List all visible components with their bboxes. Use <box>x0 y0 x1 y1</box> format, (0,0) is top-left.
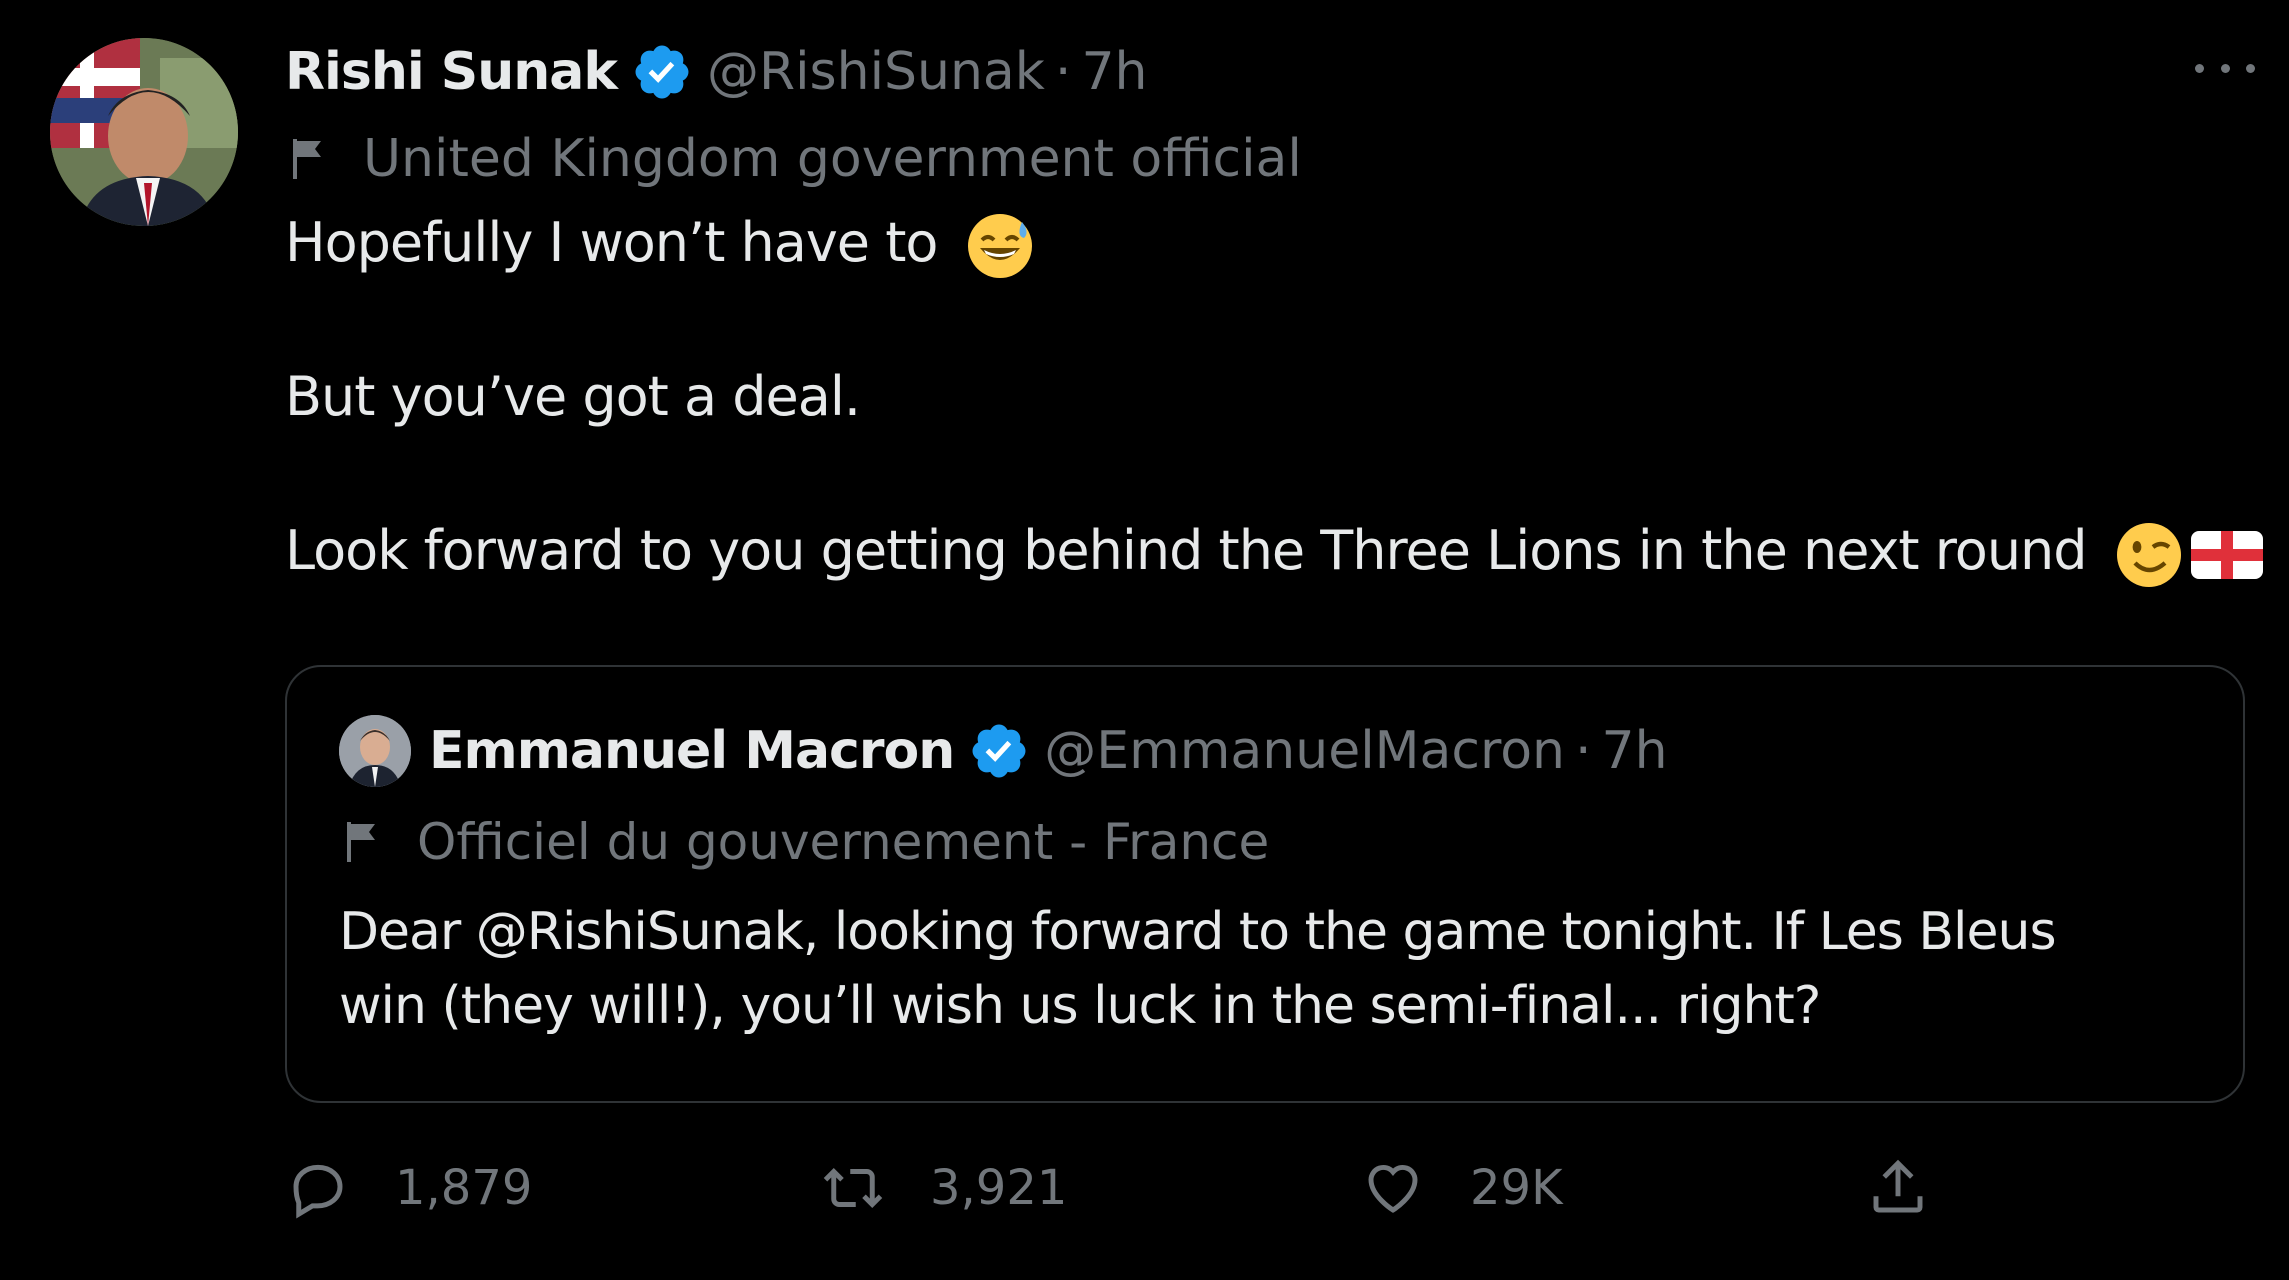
retweet-icon <box>823 1167 883 1209</box>
government-label[interactable]: United Kingdom government official <box>285 114 2255 204</box>
tweet-time[interactable]: 7h <box>1081 42 1147 102</box>
quoted-author-avatar[interactable] <box>339 715 411 787</box>
tweet-text: Hopefully I won’t have to But you’ve got… <box>285 204 2263 591</box>
author-name[interactable]: Rishi Sunak <box>285 42 618 102</box>
quoted-tweet-header: Emmanuel Macron @EmmanuelMacron · 7h <box>339 715 1668 787</box>
verified-badge-icon <box>635 45 689 99</box>
retweet-count: 3,921 <box>930 1160 1068 1216</box>
quoted-tweet-text: Dear @RishiSunak, looking forward to the… <box>339 895 2219 1043</box>
tweet-line-1: Hopefully I won’t have to <box>285 211 938 274</box>
reply-icon <box>293 1164 343 1219</box>
like-count: 29K <box>1470 1160 1563 1216</box>
action-bar: 1,879 3,921 29K <box>285 1155 1965 1235</box>
quoted-label-text: Officiel du gouvernement - France <box>417 813 1270 871</box>
quoted-tweet-time[interactable]: 7h <box>1602 721 1668 781</box>
share-icon <box>1873 1159 1923 1213</box>
quoted-line-1: Dear @RishiSunak, looking forward to the… <box>339 902 2057 962</box>
england-flag-emoji-icon <box>2190 530 2263 579</box>
reply-button[interactable]: 1,879 <box>285 1155 532 1221</box>
separator: · <box>1054 42 1072 102</box>
quoted-tweet[interactable]: Emmanuel Macron @EmmanuelMacron · 7h Off… <box>285 665 2245 1103</box>
separator: · <box>1574 721 1592 781</box>
more-icon[interactable] <box>2195 48 2255 88</box>
tweet[interactable]: Rishi Sunak @RishiSunak · 7h United King… <box>0 0 2289 1280</box>
tweet-line-3: Look forward to you getting behind the T… <box>285 519 2088 583</box>
quoted-author-name[interactable]: Emmanuel Macron <box>429 721 955 781</box>
quoted-line-2: win (they will!), you’ll wish us luck in… <box>339 976 1821 1036</box>
flag-icon <box>347 822 375 862</box>
tweet-header: Rishi Sunak @RishiSunak · 7h <box>285 30 2255 114</box>
grinning-sweat-emoji-icon <box>967 214 1032 279</box>
share-button[interactable] <box>1865 1155 1975 1221</box>
retweet-button[interactable]: 3,921 <box>820 1155 1067 1221</box>
flag-icon <box>293 139 321 179</box>
verified-badge-icon <box>972 724 1026 778</box>
tweet-line-2: But you’ve got a deal. <box>285 365 861 429</box>
winking-face-emoji-icon <box>2116 522 2181 587</box>
heart-icon <box>1368 1164 1418 1213</box>
author-handle[interactable]: @RishiSunak <box>707 42 1045 102</box>
like-button[interactable]: 29K <box>1360 1155 1563 1221</box>
quoted-author-handle[interactable]: @EmmanuelMacron <box>1044 721 1565 781</box>
quoted-government-label[interactable]: Officiel du gouvernement - France <box>339 813 1269 871</box>
reply-count: 1,879 <box>395 1160 533 1216</box>
label-text: United Kingdom government official <box>363 129 1302 189</box>
author-avatar[interactable] <box>50 38 238 226</box>
